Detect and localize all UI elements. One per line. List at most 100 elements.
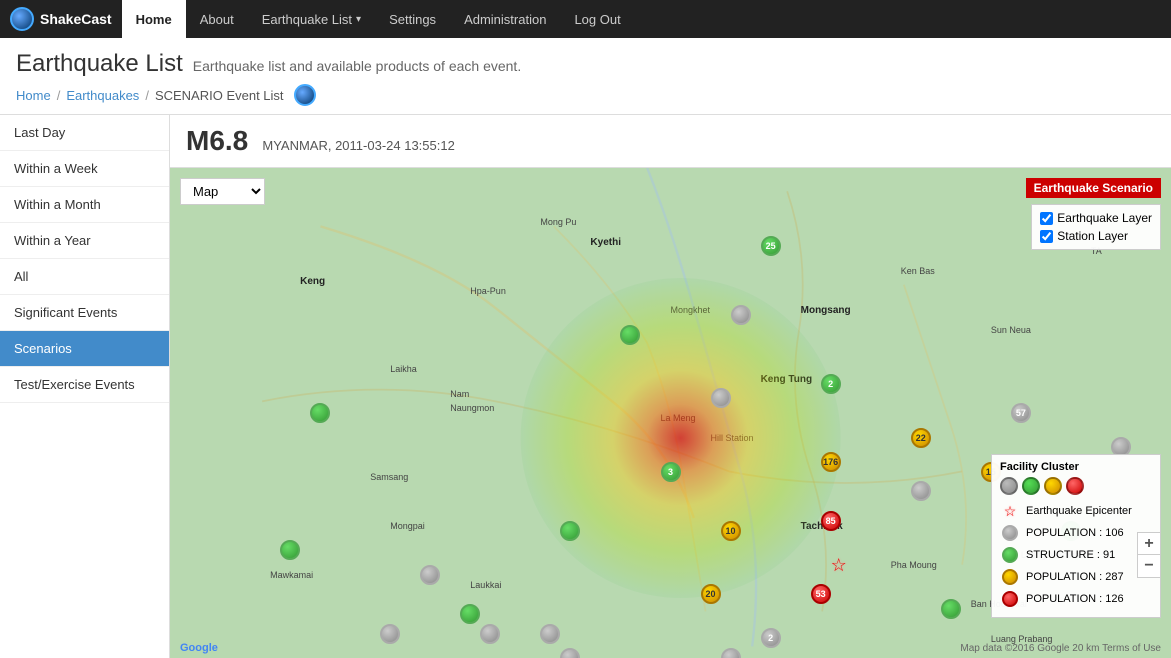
earthquake-header: M6.8 MYANMAR, 2011-03-24 13:55:12 [170, 115, 1171, 168]
nav-home[interactable]: Home [122, 0, 186, 38]
map-legend: Facility Cluster ☆ Earthquake Epicenter [991, 454, 1161, 618]
layer-controls: Earthquake Layer Station Layer [1031, 204, 1161, 250]
zoom-out-button[interactable]: − [1138, 555, 1160, 577]
map-marker-12: 22 [911, 428, 931, 448]
legend-item-2-label: POPULATION : 287 [1026, 571, 1124, 583]
earthquake-scenario-badge: Earthquake Scenario [1026, 178, 1161, 198]
station-layer-row: Station Layer [1040, 227, 1152, 245]
map-marker-23 [380, 624, 400, 644]
zoom-in-button[interactable]: + [1138, 533, 1160, 555]
legend-star-icon: ☆ [1004, 503, 1017, 520]
legend-dot-green-icon [1000, 545, 1020, 565]
cluster-yellow-icon [1044, 477, 1062, 495]
legend-row-2: POPULATION : 287 [1000, 567, 1152, 587]
legend-row-0: POPULATION : 106 [1000, 523, 1152, 543]
map-marker-3 [460, 604, 480, 624]
sidebar-item-last-day[interactable]: Last Day [0, 115, 169, 151]
breadcrumb-sep-2: / [145, 88, 149, 103]
brand[interactable]: ShakeCast [10, 7, 112, 31]
map-marker-27 [560, 648, 580, 658]
google-logo-text: Google [180, 642, 218, 654]
legend-epicenter-icon: ☆ [1000, 501, 1020, 521]
page-subtitle: Earthquake list and available products o… [193, 58, 521, 74]
legend-dot-gray-icon [1000, 523, 1020, 543]
map-marker-7: 25 [761, 236, 781, 256]
legend-row-3: POPULATION : 126 [1000, 589, 1152, 609]
legend-item-1-label: STRUCTURE : 91 [1026, 549, 1115, 561]
breadcrumb-earthquakes-link[interactable]: Earthquakes [66, 88, 139, 103]
epicenter-star-icon: ☆ [831, 555, 847, 575]
zoom-controls: + − [1137, 532, 1161, 578]
station-layer-checkbox[interactable] [1040, 230, 1053, 243]
map-marker-13: 57 [1011, 403, 1031, 423]
map-marker-26: 2 [761, 628, 781, 648]
map-marker-2 [560, 521, 580, 541]
legend-title: Facility Cluster [1000, 461, 1152, 473]
sidebar-item-within-year[interactable]: Within a Year [0, 223, 169, 259]
breadcrumb-current: SCENARIO Event List [155, 88, 284, 103]
google-attribution: Google [180, 642, 218, 654]
sidebar: Last Day Within a Week Within a Month Wi… [0, 115, 170, 658]
map-marker-16 [911, 481, 931, 501]
epicenter-marker: ☆ [831, 555, 847, 576]
map-marker-11: 176 [821, 452, 841, 472]
page-title: Earthquake List [16, 50, 183, 78]
legend-item-0-label: POPULATION : 106 [1026, 527, 1124, 539]
nav-settings[interactable]: Settings [375, 0, 450, 38]
earthquake-layer-row: Earthquake Layer [1040, 209, 1152, 227]
map-marker-20: 20 [701, 584, 721, 604]
page-header: Earthquake List Earthquake list and avai… [0, 38, 1171, 115]
map-type-dropdown[interactable]: Map Satellite Terrain [180, 178, 265, 205]
map-marker-25 [540, 624, 560, 644]
map-background[interactable]: Map Satellite Terrain Earthquake Scenari… [170, 168, 1171, 658]
sidebar-item-within-month[interactable]: Within a Month [0, 187, 169, 223]
map-marker-6 [420, 565, 440, 585]
map-marker-1 [711, 388, 731, 408]
brand-name: ShakeCast [40, 11, 112, 27]
map-marker-8 [731, 305, 751, 325]
legend-item-3-label: POPULATION : 126 [1026, 593, 1124, 605]
map-marker-0 [620, 325, 640, 345]
map-marker-9: 3 [661, 462, 681, 482]
map-marker-21: 53 [811, 584, 831, 604]
legend-row-1: STRUCTURE : 91 [1000, 545, 1152, 565]
breadcrumb-sep-1: / [57, 88, 61, 103]
sidebar-item-significant[interactable]: Significant Events [0, 295, 169, 331]
cluster-gray-icon [1000, 477, 1018, 495]
map-marker-14: 10 [721, 521, 741, 541]
nav-earthquake-list[interactable]: Earthquake List ▾ [248, 0, 375, 38]
map-marker-4 [310, 403, 330, 423]
legend-dot-red-icon [1000, 589, 1020, 609]
map-marker-24 [480, 624, 500, 644]
cluster-red-icon [1066, 477, 1084, 495]
legend-clusters [1000, 477, 1152, 495]
sidebar-item-within-week[interactable]: Within a Week [0, 151, 169, 187]
legend-epicenter-row: ☆ Earthquake Epicenter [1000, 501, 1152, 521]
earthquake-location: MYANMAR, 2011-03-24 13:55:12 [262, 138, 454, 153]
earthquake-layer-checkbox[interactable] [1040, 212, 1053, 225]
nav-logout[interactable]: Log Out [560, 0, 634, 38]
brand-logo-icon [10, 7, 34, 31]
map-marker-5 [280, 540, 300, 560]
navbar: ShakeCast Home About Earthquake List ▾ S… [0, 0, 1171, 38]
nav-about[interactable]: About [186, 0, 248, 38]
breadcrumb-home-link[interactable]: Home [16, 88, 51, 103]
map-marker-15: 85 [821, 511, 841, 531]
legend-dot-yellow-icon [1000, 567, 1020, 587]
content-area: M6.8 MYANMAR, 2011-03-24 13:55:12 [170, 115, 1171, 658]
sidebar-item-scenarios[interactable]: Scenarios [0, 331, 169, 367]
station-layer-label: Station Layer [1057, 229, 1128, 243]
sidebar-item-all[interactable]: All [0, 259, 169, 295]
dropdown-caret-icon: ▾ [356, 14, 361, 25]
nav-administration[interactable]: Administration [450, 0, 560, 38]
sidebar-scroll: Last Day Within a Week Within a Month Wi… [0, 115, 169, 658]
map-container: Map Satellite Terrain Earthquake Scenari… [170, 168, 1171, 658]
map-marker-10: 2 [821, 374, 841, 394]
sidebar-item-test-exercise[interactable]: Test/Exercise Events [0, 367, 169, 403]
earthquake-layer-label: Earthquake Layer [1057, 211, 1152, 225]
map-type-selector[interactable]: Map Satellite Terrain [180, 178, 265, 205]
main-layout: Last Day Within a Week Within a Month Wi… [0, 115, 1171, 658]
map-footer: Map data ©2016 Google 20 km Terms of Use [960, 643, 1161, 654]
earthquake-magnitude: M6.8 [186, 125, 248, 156]
map-marker-28 [721, 648, 741, 658]
